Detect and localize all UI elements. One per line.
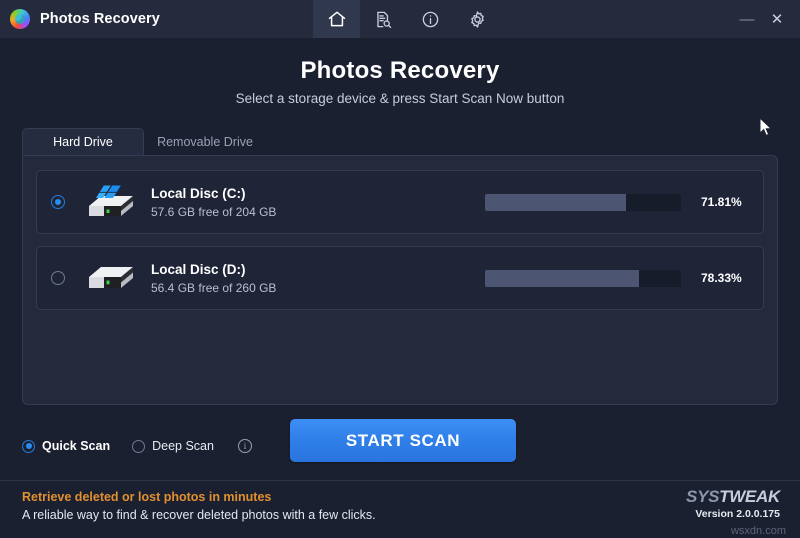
window-controls: — ✕	[732, 0, 792, 38]
drive-name-c: Local Disc (C:)	[151, 185, 246, 201]
minimize-button[interactable]: —	[732, 0, 762, 38]
hard-drive-icon-c	[85, 182, 137, 222]
tab-removable-drive-label: Removable Drive	[157, 134, 253, 149]
quick-scan-label: Quick Scan	[42, 439, 111, 453]
tab-hard-drive-label: Hard Drive	[53, 135, 113, 149]
brand-block: SYSTWEAK Version 2.0.0.175	[686, 487, 780, 520]
page-title: Photos Recovery	[300, 57, 500, 84]
deep-scan-label: Deep Scan	[152, 439, 214, 453]
quick-scan-radio[interactable]	[22, 439, 35, 453]
app-title: Photos Recovery	[40, 11, 160, 27]
scan-info-icon[interactable]: i	[237, 439, 252, 453]
nav-home-button[interactable]	[313, 0, 360, 38]
footer-description: A reliable way to find & recover deleted…	[22, 508, 376, 522]
photos-recovery-logo-icon	[10, 9, 30, 29]
page-subtitle: Select a storage device & press Start Sc…	[235, 91, 565, 106]
drive-list-panel: Local Disc (C:) 57.6 GB free of 204 GB 7…	[22, 155, 778, 405]
gear-icon	[468, 10, 487, 29]
scan-option-quick[interactable]: Quick Scan	[22, 439, 110, 453]
drive-radio-d[interactable]	[51, 271, 65, 285]
close-button[interactable]: ✕	[762, 0, 792, 38]
drive-usage-percent-d: 78.33%	[701, 271, 742, 285]
drive-usage-bar-d	[485, 269, 681, 287]
drive-row-d[interactable]: Local Disc (D:) 56.4 GB free of 260 GB 7…	[36, 246, 764, 310]
drive-usage-bar-c	[485, 193, 681, 211]
start-scan-button[interactable]: START SCAN	[290, 419, 516, 462]
nav-info-button[interactable]	[407, 0, 454, 38]
nav-scan-history-button[interactable]	[360, 0, 407, 38]
drive-name-d: Local Disc (D:)	[151, 261, 246, 277]
drive-usage-bar-fill-c	[485, 193, 626, 211]
footer: Retrieve deleted or lost photos in minut…	[0, 480, 800, 538]
drive-capacity-c: 57.6 GB free of 204 GB	[151, 204, 277, 219]
hard-drive-icon-d	[85, 258, 137, 298]
brand-tweak: TWEAK	[719, 487, 780, 506]
drive-usage-d: 78.33%	[485, 269, 749, 287]
drive-section: Hard Drive Removable Drive Local Disc (C…	[0, 128, 800, 405]
drive-usage-percent-c: 71.81%	[701, 195, 742, 209]
version-label: Version 2.0.0.175	[695, 508, 780, 520]
page-header: Photos Recovery Select a storage device …	[0, 38, 800, 106]
brand-logo: SYSTWEAK	[686, 487, 780, 507]
drive-info-d: Local Disc (D:) 56.4 GB free of 260 GB	[151, 262, 413, 295]
drive-radio-c[interactable]	[51, 195, 65, 209]
drive-info-c: Local Disc (C:) 57.6 GB free of 204 GB	[151, 186, 413, 219]
home-icon	[327, 9, 347, 29]
footer-tagline: Retrieve deleted or lost photos in minut…	[22, 490, 272, 504]
deep-scan-radio[interactable]	[132, 439, 146, 453]
start-scan-label: START SCAN	[345, 430, 461, 450]
app-logo	[10, 9, 30, 29]
application-window: Photos Recovery — ✕ Photos Recovery Sele…	[0, 0, 800, 538]
drive-capacity-d: 56.4 GB free of 260 GB	[151, 280, 277, 295]
toolbar-nav	[313, 0, 501, 38]
drive-usage-c: 71.81%	[485, 193, 749, 211]
nav-settings-button[interactable]	[454, 0, 501, 38]
drive-usage-bar-fill-d	[485, 269, 639, 287]
drive-tabs: Hard Drive Removable Drive	[22, 128, 778, 155]
drive-row-c[interactable]: Local Disc (C:) 57.6 GB free of 204 GB 7…	[36, 170, 764, 234]
tab-hard-drive[interactable]: Hard Drive	[22, 128, 144, 155]
info-circle-icon	[421, 10, 440, 29]
scan-option-deep[interactable]: Deep Scan	[132, 439, 214, 453]
document-search-icon	[374, 10, 393, 29]
brand-sys: SYS	[686, 487, 720, 506]
watermark: wsxdn.com	[730, 525, 786, 537]
tab-removable-drive[interactable]: Removable Drive	[144, 128, 266, 155]
title-bar: Photos Recovery — ✕	[0, 0, 800, 38]
